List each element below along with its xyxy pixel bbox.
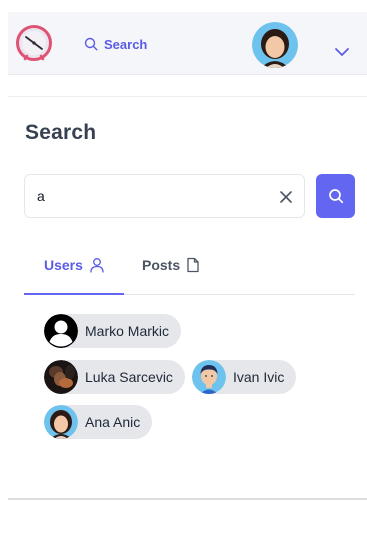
default-avatar-icon bbox=[44, 314, 78, 348]
user-chip[interactable]: Ivan Ivic bbox=[192, 360, 297, 394]
user-icon bbox=[90, 258, 104, 273]
search-button[interactable] bbox=[316, 174, 355, 218]
nav-search-label: Search bbox=[104, 36, 148, 52]
top-navbar: Search bbox=[8, 12, 367, 75]
page-title: Search bbox=[25, 121, 97, 144]
search-input[interactable] bbox=[37, 185, 267, 207]
bottom-divider bbox=[8, 498, 367, 500]
clock-icon[interactable] bbox=[15, 24, 53, 62]
document-icon bbox=[187, 257, 199, 273]
tab-users[interactable]: Users bbox=[44, 257, 105, 273]
search-icon bbox=[328, 189, 343, 204]
active-tab-indicator bbox=[24, 293, 124, 295]
tab-posts-label: Posts bbox=[142, 257, 181, 273]
user-name: Luka Sarcevic bbox=[85, 369, 173, 385]
page: Search Search a Users Posts Marko Markic… bbox=[0, 0, 367, 538]
user-chip[interactable]: Ana Anic bbox=[44, 405, 153, 439]
search-tabs: Users Posts bbox=[24, 248, 355, 296]
search-icon bbox=[84, 37, 98, 51]
nav-search-link[interactable]: Search bbox=[84, 34, 147, 54]
photo-avatar-icon bbox=[44, 360, 78, 394]
user-chip[interactable]: Marko Markic bbox=[44, 314, 182, 348]
user-name: Marko Markic bbox=[85, 323, 170, 339]
user-avatar-icon bbox=[252, 22, 298, 68]
close-icon[interactable] bbox=[278, 189, 294, 205]
chevron-down-icon[interactable] bbox=[334, 46, 350, 58]
cartoon-boy-avatar-icon bbox=[192, 360, 226, 394]
header-divider bbox=[8, 96, 367, 97]
user-chip[interactable]: Luka Sarcevic bbox=[44, 360, 185, 394]
user-name: Ivan Ivic bbox=[233, 369, 285, 385]
tab-users-label: Users bbox=[44, 257, 83, 273]
tab-posts[interactable]: Posts bbox=[142, 257, 200, 273]
user-avatar[interactable] bbox=[252, 22, 298, 68]
search-field bbox=[24, 174, 305, 218]
cartoon-girl-avatar-icon bbox=[44, 405, 78, 439]
user-name: Ana Anic bbox=[85, 414, 141, 430]
